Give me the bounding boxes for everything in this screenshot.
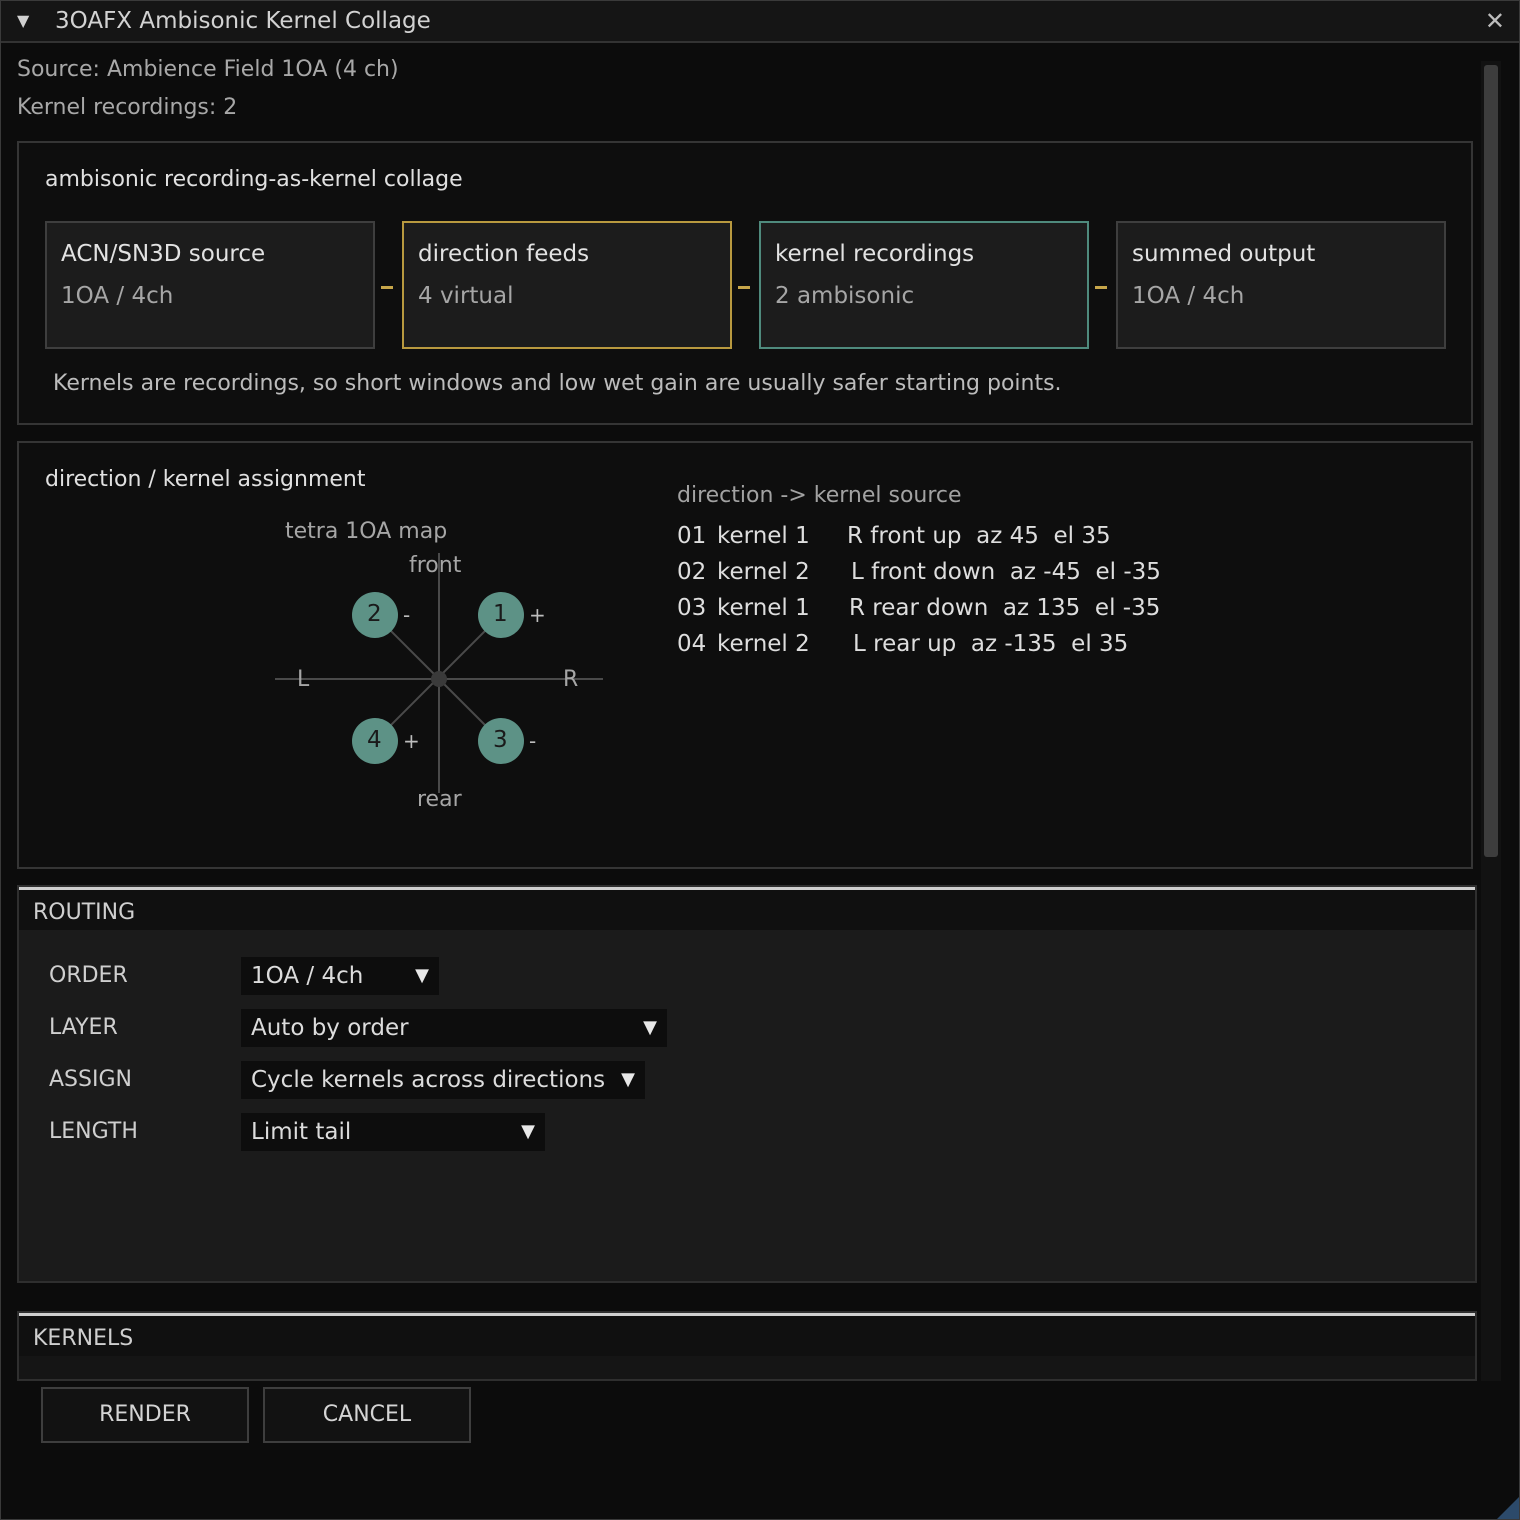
collapse-triangle-icon[interactable]: ▼ <box>17 11 29 30</box>
order-select[interactable]: 1OA / 4ch ▼ <box>241 957 439 995</box>
kernels-header[interactable]: KERNELS <box>19 1313 1475 1356</box>
length-select[interactable]: Limit tail ▼ <box>241 1113 545 1151</box>
routing-section: ROUTING <box>17 885 1477 1283</box>
assignment-row-kernel: kernel 2 <box>717 631 810 657</box>
assignment-row-index: 01 <box>677 523 707 549</box>
dropdown-arrow-icon: ▼ <box>621 1069 635 1090</box>
block-title: ACN/SN3D source <box>61 241 266 267</box>
assignment-row-direction: R front up az 45 el 35 <box>847 523 1111 549</box>
title-bar[interactable]: ▼ 3OAFX Ambisonic Kernel Collage ✕ <box>1 1 1519 43</box>
length-label: LENGTH <box>49 1119 138 1144</box>
flow-connector <box>738 286 750 289</box>
order-label: ORDER <box>49 963 128 988</box>
layer-select-value: Auto by order <box>251 1015 409 1041</box>
assignment-table-header: direction -> kernel source <box>677 483 962 508</box>
dialog-window: ▼ 3OAFX Ambisonic Kernel Collage ✕ Sourc… <box>0 0 1520 1520</box>
block-kernel-recordings: kernel recordings 2 ambisonic <box>759 221 1089 349</box>
kernels-label: KERNELS <box>33 1326 134 1351</box>
render-button[interactable]: RENDER <box>41 1387 249 1443</box>
source-info: Source: Ambience Field 1OA (4 ch) <box>17 57 399 82</box>
assign-select[interactable]: Cycle kernels across directions ▼ <box>241 1061 645 1099</box>
node-4-sign: + <box>403 729 420 753</box>
block-subtitle: 2 ambisonic <box>775 283 915 309</box>
cancel-button[interactable]: CANCEL <box>263 1387 471 1443</box>
collage-note: Kernels are recordings, so short windows… <box>53 371 1062 396</box>
collage-panel: ambisonic recording-as-kernel collage AC… <box>17 141 1473 425</box>
block-source: ACN/SN3D source 1OA / 4ch <box>45 221 375 349</box>
map-front-label: front <box>409 553 462 578</box>
scrollbar-thumb[interactable] <box>1484 65 1498 857</box>
map-rear-label: rear <box>417 787 462 812</box>
kernel-count-info: Kernel recordings: 2 <box>17 95 238 120</box>
flow-connector <box>1095 286 1107 289</box>
node-1-sign: + <box>529 603 546 627</box>
block-subtitle: 1OA / 4ch <box>1132 283 1245 309</box>
resize-grip-icon[interactable] <box>1497 1497 1519 1519</box>
map-right-label: R <box>563 667 579 692</box>
block-direction-feeds: direction feeds 4 virtual <box>402 221 732 349</box>
block-summed-output: summed output 1OA / 4ch <box>1116 221 1446 349</box>
assign-label: ASSIGN <box>49 1067 132 1092</box>
map-left-label: L <box>297 667 310 692</box>
node-2-sign: - <box>403 603 411 627</box>
assignment-panel: direction / kernel assignment tetra 1OA … <box>17 441 1473 869</box>
kernels-section: KERNELS <box>17 1311 1477 1381</box>
block-title: summed output <box>1132 241 1316 267</box>
dropdown-arrow-icon: ▼ <box>521 1121 535 1142</box>
assign-select-value: Cycle kernels across directions <box>251 1067 606 1093</box>
map-title: tetra 1OA map <box>285 519 448 544</box>
map-center <box>431 671 447 687</box>
assignment-row-direction: L rear up az -135 el 35 <box>853 631 1129 657</box>
node-2-number: 2 <box>367 601 382 627</box>
block-title: kernel recordings <box>775 241 975 267</box>
collage-title: ambisonic recording-as-kernel collage <box>45 167 463 192</box>
routing-header[interactable]: ROUTING <box>19 887 1475 930</box>
dropdown-arrow-icon: ▼ <box>415 965 429 986</box>
assignment-row-kernel: kernel 1 <box>717 523 810 549</box>
length-select-value: Limit tail <box>251 1119 352 1145</box>
assignment-row-direction: R rear down az 135 el -35 <box>849 595 1161 621</box>
node-3-sign: - <box>529 729 537 753</box>
flow-connector <box>381 286 393 289</box>
order-select-value: 1OA / 4ch <box>251 963 364 989</box>
block-subtitle: 1OA / 4ch <box>61 283 174 309</box>
window-title: 3OAFX Ambisonic Kernel Collage <box>55 8 431 34</box>
block-subtitle: 4 virtual <box>418 283 514 309</box>
layer-select[interactable]: Auto by order ▼ <box>241 1009 667 1047</box>
routing-label: ROUTING <box>33 900 136 925</box>
block-title: direction feeds <box>418 241 590 267</box>
node-4-number: 4 <box>367 727 382 753</box>
node-1-number: 1 <box>493 601 508 627</box>
layer-label: LAYER <box>49 1015 118 1040</box>
assignment-row-index: 02 <box>677 559 707 585</box>
assignment-row-index: 03 <box>677 595 707 621</box>
assignment-row-direction: L front down az -45 el -35 <box>851 559 1161 585</box>
assignment-row-kernel: kernel 2 <box>717 559 810 585</box>
assignment-row-kernel: kernel 1 <box>717 595 810 621</box>
node-3-number: 3 <box>493 727 508 753</box>
assignment-title: direction / kernel assignment <box>45 467 366 492</box>
assignment-row-index: 04 <box>677 631 707 657</box>
dropdown-arrow-icon: ▼ <box>643 1017 657 1038</box>
close-icon[interactable]: ✕ <box>1485 7 1505 35</box>
